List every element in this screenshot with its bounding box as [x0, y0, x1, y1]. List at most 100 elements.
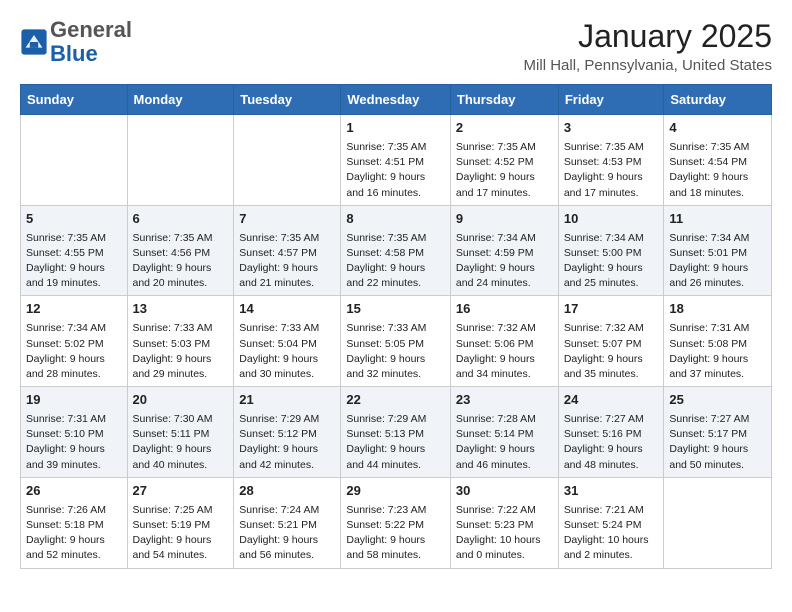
calendar-cell: 16 Sunrise: 7:32 AM Sunset: 5:06 PM Dayli…: [450, 296, 558, 387]
calendar-cell: 24 Sunrise: 7:27 AM Sunset: 5:16 PM Dayli…: [558, 387, 664, 478]
calendar-cell: 26 Sunrise: 7:26 AM Sunset: 5:18 PM Dayli…: [21, 477, 128, 568]
calendar-cell: 30Sunrise: 7:22 AM Sunset: 5:23 PM Dayli…: [450, 477, 558, 568]
calendar-cell: 7 Sunrise: 7:35 AM Sunset: 4:57 PM Daylig…: [234, 205, 341, 296]
day-number: 15: [346, 300, 445, 319]
day-info: Sunrise: 7:35 AM Sunset: 4:53 PM Dayligh…: [564, 140, 659, 201]
day-info: Sunrise: 7:35 AM Sunset: 4:58 PM Dayligh…: [346, 231, 445, 292]
day-info: Sunrise: 7:31 AM Sunset: 5:08 PM Dayligh…: [669, 321, 766, 382]
col-saturday: Saturday: [664, 85, 772, 115]
col-monday: Monday: [127, 85, 234, 115]
logo: General Blue: [20, 18, 132, 66]
calendar-cell: [127, 115, 234, 206]
day-number: 28: [239, 482, 335, 501]
calendar-cell: 9 Sunrise: 7:34 AM Sunset: 4:59 PM Daylig…: [450, 205, 558, 296]
week-row-2: 5Sunrise: 7:35 AM Sunset: 4:55 PM Daylig…: [21, 205, 772, 296]
day-info: Sunrise: 7:30 AM Sunset: 5:11 PM Dayligh…: [133, 412, 229, 473]
day-info: Sunrise: 7:35 AM Sunset: 4:52 PM Dayligh…: [456, 140, 553, 201]
col-tuesday: Tuesday: [234, 85, 341, 115]
calendar-cell: [21, 115, 128, 206]
day-info: Sunrise: 7:24 AM Sunset: 5:21 PM Dayligh…: [239, 503, 335, 564]
calendar-cell: 6 Sunrise: 7:35 AM Sunset: 4:56 PM Daylig…: [127, 205, 234, 296]
logo-text: General Blue: [50, 18, 132, 66]
day-info: Sunrise: 7:34 AM Sunset: 4:59 PM Dayligh…: [456, 231, 553, 292]
calendar-cell: 29Sunrise: 7:23 AM Sunset: 5:22 PM Dayli…: [341, 477, 451, 568]
calendar-cell: 20 Sunrise: 7:30 AM Sunset: 5:11 PM Dayli…: [127, 387, 234, 478]
day-number: 10: [564, 210, 659, 229]
calendar-cell: 25 Sunrise: 7:27 AM Sunset: 5:17 PM Dayli…: [664, 387, 772, 478]
page: General Blue January 2025 Mill Hall, Pen…: [0, 0, 792, 579]
day-info: Sunrise: 7:33 AM Sunset: 5:04 PM Dayligh…: [239, 321, 335, 382]
col-thursday: Thursday: [450, 85, 558, 115]
day-number: 27: [133, 482, 229, 501]
day-number: 2: [456, 119, 553, 138]
calendar-cell: 14Sunrise: 7:33 AM Sunset: 5:04 PM Dayli…: [234, 296, 341, 387]
day-info: Sunrise: 7:27 AM Sunset: 5:16 PM Dayligh…: [564, 412, 659, 473]
col-sunday: Sunday: [21, 85, 128, 115]
day-info: Sunrise: 7:35 AM Sunset: 4:55 PM Dayligh…: [26, 231, 122, 292]
calendar-cell: 17 Sunrise: 7:32 AM Sunset: 5:07 PM Dayli…: [558, 296, 664, 387]
day-number: 21: [239, 391, 335, 410]
day-number: 26: [26, 482, 122, 501]
calendar-cell: 10 Sunrise: 7:34 AM Sunset: 5:00 PM Dayli…: [558, 205, 664, 296]
day-info: Sunrise: 7:32 AM Sunset: 5:06 PM Dayligh…: [456, 321, 553, 382]
day-number: 9: [456, 210, 553, 229]
day-info: Sunrise: 7:21 AM Sunset: 5:24 PM Dayligh…: [564, 503, 659, 564]
calendar-cell: 18 Sunrise: 7:31 AM Sunset: 5:08 PM Dayli…: [664, 296, 772, 387]
day-number: 4: [669, 119, 766, 138]
col-wednesday: Wednesday: [341, 85, 451, 115]
day-info: Sunrise: 7:32 AM Sunset: 5:07 PM Dayligh…: [564, 321, 659, 382]
day-number: 22: [346, 391, 445, 410]
calendar-table: Sunday Monday Tuesday Wednesday Thursday…: [20, 84, 772, 569]
day-info: Sunrise: 7:34 AM Sunset: 5:00 PM Dayligh…: [564, 231, 659, 292]
day-info: Sunrise: 7:27 AM Sunset: 5:17 PM Dayligh…: [669, 412, 766, 473]
day-info: Sunrise: 7:25 AM Sunset: 5:19 PM Dayligh…: [133, 503, 229, 564]
day-number: 16: [456, 300, 553, 319]
week-row-4: 19Sunrise: 7:31 AM Sunset: 5:10 PM Dayli…: [21, 387, 772, 478]
day-info: Sunrise: 7:35 AM Sunset: 4:51 PM Dayligh…: [346, 140, 445, 201]
week-row-5: 26 Sunrise: 7:26 AM Sunset: 5:18 PM Dayli…: [21, 477, 772, 568]
day-info: Sunrise: 7:33 AM Sunset: 5:05 PM Dayligh…: [346, 321, 445, 382]
day-number: 18: [669, 300, 766, 319]
day-number: 17: [564, 300, 659, 319]
day-number: 8: [346, 210, 445, 229]
day-number: 1: [346, 119, 445, 138]
day-number: 19: [26, 391, 122, 410]
logo-blue: Blue: [50, 41, 98, 66]
calendar-cell: 11Sunrise: 7:34 AM Sunset: 5:01 PM Dayli…: [664, 205, 772, 296]
logo-icon: [20, 28, 48, 56]
calendar-cell: 21Sunrise: 7:29 AM Sunset: 5:12 PM Dayli…: [234, 387, 341, 478]
calendar-cell: 13Sunrise: 7:33 AM Sunset: 5:03 PM Dayli…: [127, 296, 234, 387]
day-info: Sunrise: 7:26 AM Sunset: 5:18 PM Dayligh…: [26, 503, 122, 564]
calendar-cell: [234, 115, 341, 206]
day-info: Sunrise: 7:34 AM Sunset: 5:02 PM Dayligh…: [26, 321, 122, 382]
day-number: 7: [239, 210, 335, 229]
day-info: Sunrise: 7:28 AM Sunset: 5:14 PM Dayligh…: [456, 412, 553, 473]
calendar-cell: 15 Sunrise: 7:33 AM Sunset: 5:05 PM Dayli…: [341, 296, 451, 387]
logo-general: General: [50, 17, 132, 42]
calendar-cell: 3Sunrise: 7:35 AM Sunset: 4:53 PM Daylig…: [558, 115, 664, 206]
day-info: Sunrise: 7:35 AM Sunset: 4:57 PM Dayligh…: [239, 231, 335, 292]
day-number: 6: [133, 210, 229, 229]
calendar-cell: 4Sunrise: 7:35 AM Sunset: 4:54 PM Daylig…: [664, 115, 772, 206]
location: Mill Hall, Pennsylvania, United States: [524, 57, 772, 74]
day-number: 25: [669, 391, 766, 410]
calendar-cell: 19Sunrise: 7:31 AM Sunset: 5:10 PM Dayli…: [21, 387, 128, 478]
day-info: Sunrise: 7:33 AM Sunset: 5:03 PM Dayligh…: [133, 321, 229, 382]
calendar-cell: 27 Sunrise: 7:25 AM Sunset: 5:19 PM Dayli…: [127, 477, 234, 568]
day-number: 24: [564, 391, 659, 410]
day-number: 31: [564, 482, 659, 501]
calendar-header-row: Sunday Monday Tuesday Wednesday Thursday…: [21, 85, 772, 115]
header: General Blue January 2025 Mill Hall, Pen…: [20, 18, 772, 74]
calendar-cell: [664, 477, 772, 568]
day-number: 29: [346, 482, 445, 501]
day-number: 20: [133, 391, 229, 410]
calendar-cell: 28 Sunrise: 7:24 AM Sunset: 5:21 PM Dayli…: [234, 477, 341, 568]
calendar-cell: 23Sunrise: 7:28 AM Sunset: 5:14 PM Dayli…: [450, 387, 558, 478]
month-title: January 2025: [524, 18, 772, 55]
week-row-3: 12 Sunrise: 7:34 AM Sunset: 5:02 PM Dayli…: [21, 296, 772, 387]
day-number: 12: [26, 300, 122, 319]
calendar-cell: 31 Sunrise: 7:21 AM Sunset: 5:24 PM Dayli…: [558, 477, 664, 568]
calendar-cell: 12 Sunrise: 7:34 AM Sunset: 5:02 PM Dayli…: [21, 296, 128, 387]
day-info: Sunrise: 7:35 AM Sunset: 4:56 PM Dayligh…: [133, 231, 229, 292]
day-info: Sunrise: 7:22 AM Sunset: 5:23 PM Dayligh…: [456, 503, 553, 564]
